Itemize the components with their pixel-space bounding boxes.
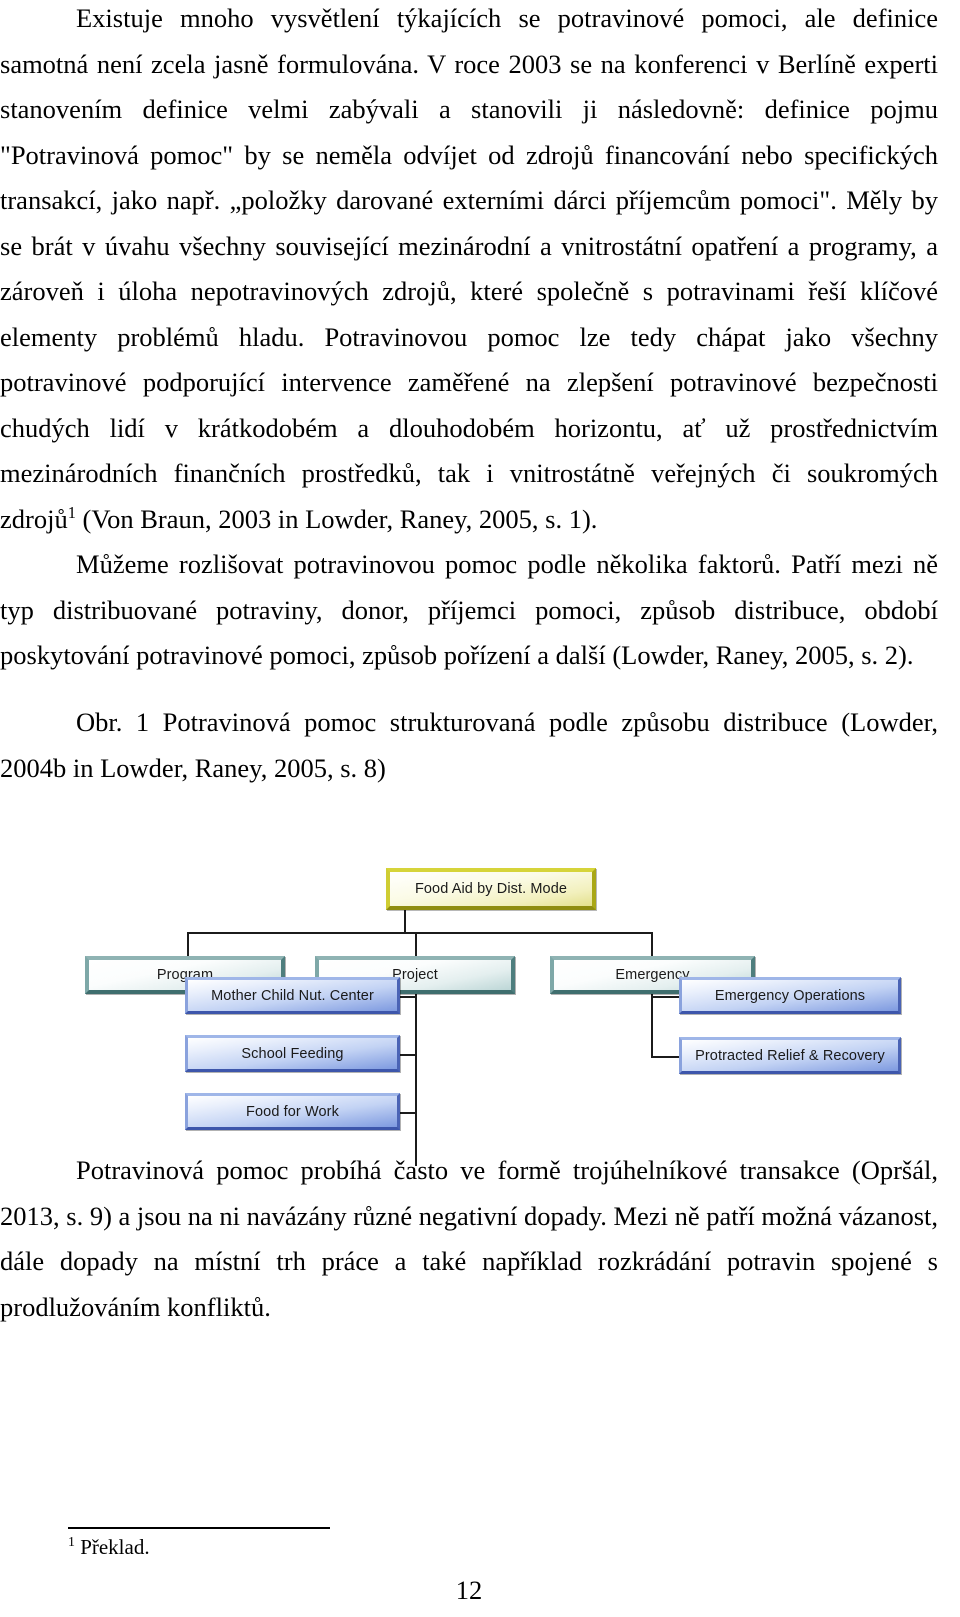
node-label: School Feeding [241, 1045, 344, 1062]
connector-project-child-3 [400, 1112, 417, 1114]
connector-root-stub [404, 910, 406, 934]
paragraph-1-tail: (Von Braun, 2003 in Lowder, Raney, 2005,… [75, 503, 598, 534]
node-protracted-relief-recovery[interactable]: Protracted Relief & Recovery [679, 1037, 901, 1074]
paragraph-3: Potravinová pomoc probíhá často ve formě… [0, 1155, 938, 1322]
figure-caption: Obr. 1 Potravinová pomoc strukturovaná p… [0, 707, 938, 783]
connector-project-spine [415, 986, 417, 1166]
paragraph-1: Existuje mnoho vysvětlení týkajících se … [0, 0, 938, 542]
node-label: Food Aid by Dist. Mode [414, 881, 568, 897]
connector-horizontal-bus [187, 932, 653, 934]
node-food-aid-by-dist-mode[interactable]: Food Aid by Dist. Mode [386, 868, 596, 910]
node-food-for-work[interactable]: Food for Work [185, 1093, 400, 1130]
document-page: Existuje mnoho vysvětlení týkajících se … [0, 0, 960, 1617]
connector-emergency-child-1 [651, 996, 679, 998]
node-school-feeding[interactable]: School Feeding [185, 1035, 400, 1072]
node-label: Emergency Operations [714, 987, 866, 1004]
connector-to-emergency [651, 932, 653, 956]
node-mother-child-nut-center[interactable]: Mother Child Nut. Center [185, 977, 400, 1014]
paragraph-1-text: Existuje mnoho vysvětlení týkajících se … [0, 3, 938, 534]
node-label: Food for Work [246, 1103, 339, 1120]
footnote-text: Překlad. [74, 1535, 150, 1559]
connector-project-child-1 [400, 996, 417, 998]
connector-emergency-child-2 [651, 1056, 679, 1058]
node-label: Mother Child Nut. Center [211, 987, 374, 1004]
node-emergency-operations[interactable]: Emergency Operations [679, 977, 901, 1014]
footnote-marker: 1 [68, 1534, 75, 1549]
footnote-reference-1[interactable]: 1 [68, 503, 76, 522]
paragraph-2: Můžeme rozlišovat potravinovou pomoc pod… [0, 549, 938, 670]
connector-to-project [415, 932, 417, 956]
footnote-separator [68, 1527, 330, 1529]
connector-to-program [187, 932, 189, 956]
node-label: Protracted Relief & Recovery [695, 1047, 885, 1064]
food-aid-org-chart: Food Aid by Dist. Mode Program Project E… [60, 830, 960, 1166]
footnote-1: 1 Překlad. [68, 1532, 150, 1562]
connector-project-child-2 [400, 1054, 417, 1056]
page-number: 12 [455, 1575, 483, 1605]
